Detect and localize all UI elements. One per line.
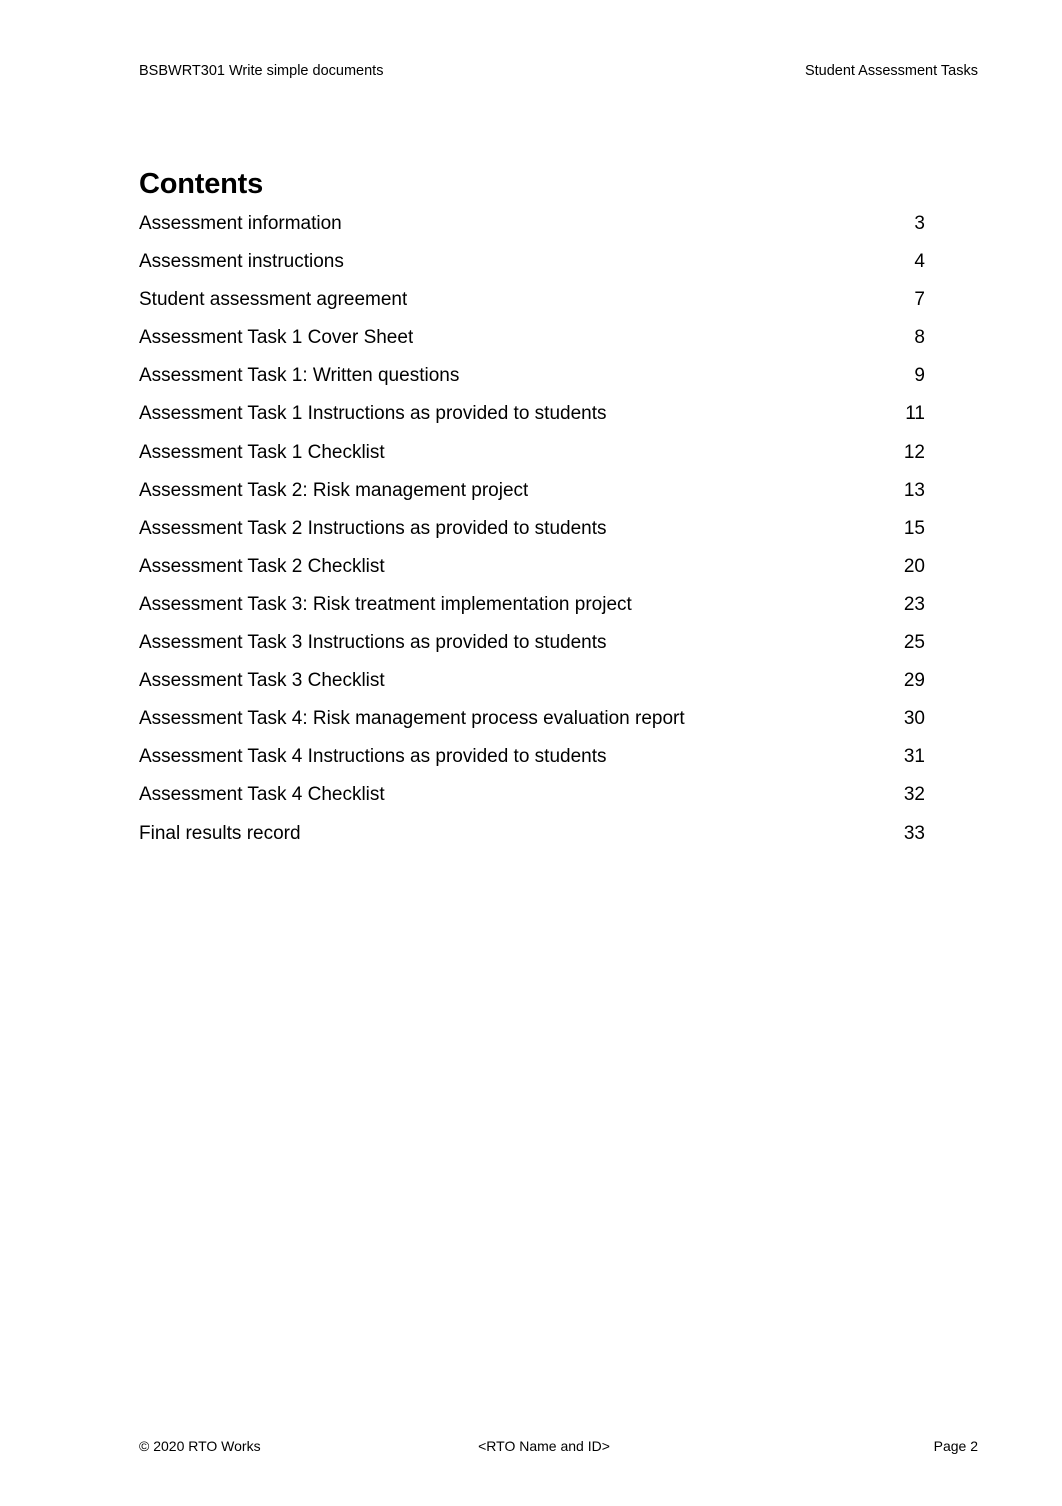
table-of-contents: Assessment information 3 Assessment instru… [139,205,925,853]
toc-entry[interactable]: Assessment Task 4 Checklist 32 [139,776,925,814]
toc-entry[interactable]: Assessment Task 1 Checklist 12 [139,434,925,472]
toc-entry[interactable]: Assessment information 3 [139,205,925,243]
footer-page-number: Page 2 [933,1438,978,1454]
toc-entry-page-number: 8 [914,327,925,349]
footer-rto-placeholder: <RTO Name and ID> [478,1438,610,1454]
toc-entry-page-number: 7 [914,289,925,311]
toc-entry[interactable]: Assessment Task 3 Checklist 29 [139,662,925,700]
toc-entry[interactable]: Assessment Task 3 Instructions as provid… [139,624,925,662]
toc-entry[interactable]: Assessment Task 2: Risk management proje… [139,472,925,510]
toc-entry-page-number: 32 [903,784,925,806]
toc-entry-page-number: 15 [903,517,925,539]
toc-entry-page-number: 23 [903,593,925,615]
document-page: BSBWRT301 Write simple documents Student… [0,0,1062,1506]
header-unit-title: BSBWRT301 Write simple documents [139,63,384,79]
toc-entry[interactable]: Assessment Task 1 Instructions as provid… [139,395,925,433]
toc-entry-title: Assessment Task 1 Checklist [139,441,385,463]
toc-entry[interactable]: Assessment Task 2 Instructions as provid… [139,510,925,548]
toc-entry-page-number: 25 [903,632,925,654]
toc-entry-title: Student assessment agreement [139,289,408,311]
toc-entry[interactable]: Assessment Task 2 Checklist 20 [139,548,925,586]
header-document-title: Student Assessment Tasks [804,63,978,79]
toc-entry[interactable]: Final results record 33 [139,815,925,853]
toc-entry[interactable]: Assessment Task 4: Risk management proce… [139,700,925,738]
toc-entry-title: Assessment Task 1 Cover Sheet [139,327,414,349]
toc-entry-title: Assessment Task 4 Instructions as provid… [139,746,607,768]
toc-entry-title: Assessment Task 1: Written questions [139,365,460,387]
toc-entry-page-number: 13 [903,479,925,501]
toc-entry[interactable]: Assessment Task 1: Written questions 9 [139,357,925,395]
page-header: BSBWRT301 Write simple documents Student… [139,62,978,80]
toc-entry-page-number: 12 [903,441,925,463]
toc-entry-title: Assessment Task 4 Checklist [139,784,385,806]
toc-entry-page-number: 4 [914,251,925,273]
toc-entry-page-number: 29 [903,670,925,692]
toc-entry[interactable]: Student assessment agreement 7 [139,281,925,319]
toc-entry-page-number: 33 [903,822,925,844]
toc-entry-title: Assessment Task 2 Checklist [139,555,385,577]
toc-entry-title: Assessment Task 2: Risk management proje… [139,479,529,501]
toc-entry-title: Assessment information [139,213,342,234]
toc-entry-title: Assessment Task 4: Risk management proce… [139,708,685,730]
toc-entry-page-number: 3 [914,213,925,234]
toc-entry-title: Assessment Task 3: Risk treatment implem… [139,593,632,615]
toc-entry-page-number: 30 [903,708,925,730]
toc-entry-title: Assessment Task 2 Instructions as provid… [139,517,607,539]
toc-entry-page-number: 11 [905,403,925,425]
toc-entry-title: Assessment Task 3 Checklist [139,670,385,692]
page-footer: © 2020 RTO Works <RTO Name and ID> Page … [139,1436,978,1456]
toc-entry-title: Assessment instructions [139,251,344,273]
toc-entry[interactable]: Assessment Task 4 Instructions as provid… [139,738,925,776]
toc-entry-title: Assessment Task 1 Instructions as provid… [139,403,607,425]
toc-entry[interactable]: Assessment Task 1 Cover Sheet 8 [139,319,925,357]
toc-entry-page-number: 9 [914,365,925,387]
toc-entry-page-number: 31 [903,746,925,768]
toc-entry-title: Assessment Task 3 Instructions as provid… [139,632,607,654]
toc-entry[interactable]: Assessment instructions 4 [139,243,925,281]
toc-entry-title: Final results record [139,822,301,844]
toc-entry-page-number: 20 [903,555,925,577]
page-title: Contents [139,168,264,201]
toc-entry[interactable]: Assessment Task 3: Risk treatment implem… [139,586,925,624]
